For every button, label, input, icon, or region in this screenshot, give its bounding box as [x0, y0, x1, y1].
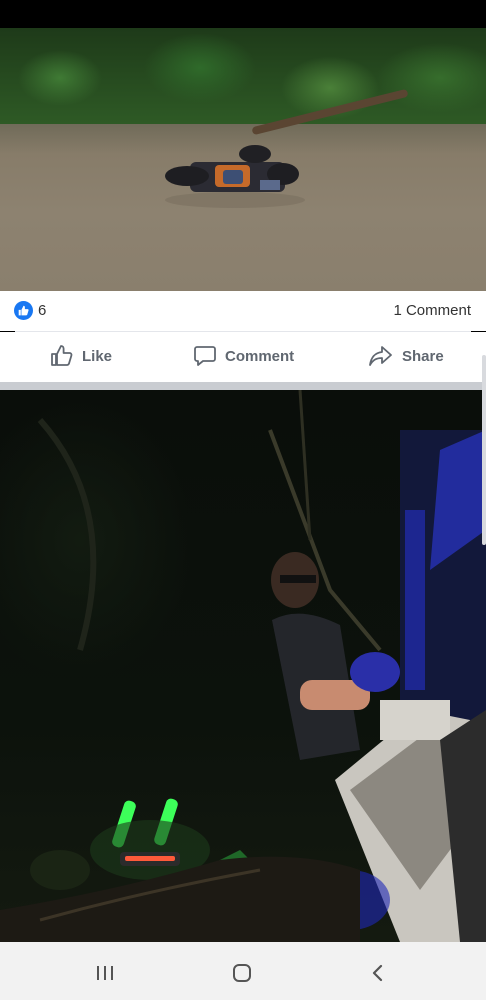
scrollbar[interactable] [482, 355, 486, 545]
post-photo-atv-in-river[interactable] [0, 28, 486, 291]
home-button[interactable] [227, 958, 257, 988]
like-button[interactable]: Like [50, 340, 112, 372]
comment-button-label: Comment [225, 347, 295, 365]
back-button[interactable] [363, 958, 393, 988]
comment-count-link[interactable]: 1 Comment [393, 302, 471, 319]
like-button-label: Like [82, 347, 113, 365]
comment-button[interactable]: Comment [193, 340, 294, 372]
recent-apps-icon [97, 966, 113, 980]
post-photo-night-scene[interactable] [0, 390, 486, 942]
recent-apps-button[interactable] [90, 958, 120, 988]
share-button[interactable]: Share [368, 340, 444, 372]
night-scene [0, 390, 486, 942]
like-reaction-badge[interactable] [14, 301, 33, 320]
like-count[interactable]: 6 [38, 302, 46, 319]
thumbs-up-outline-icon [51, 345, 73, 366]
home-icon [233, 964, 251, 982]
post-separator [0, 382, 486, 390]
status-bar [0, 0, 486, 28]
thumbs-up-icon [18, 305, 29, 316]
speech-bubble-icon [194, 346, 216, 366]
screen: 6 1 Comment Like Comment Share [0, 0, 486, 1000]
share-arrow-icon [369, 346, 392, 366]
back-chevron-icon [372, 964, 383, 982]
overturned-atv [165, 145, 305, 208]
share-button-label: Share [402, 347, 444, 365]
tree-line [0, 28, 486, 124]
